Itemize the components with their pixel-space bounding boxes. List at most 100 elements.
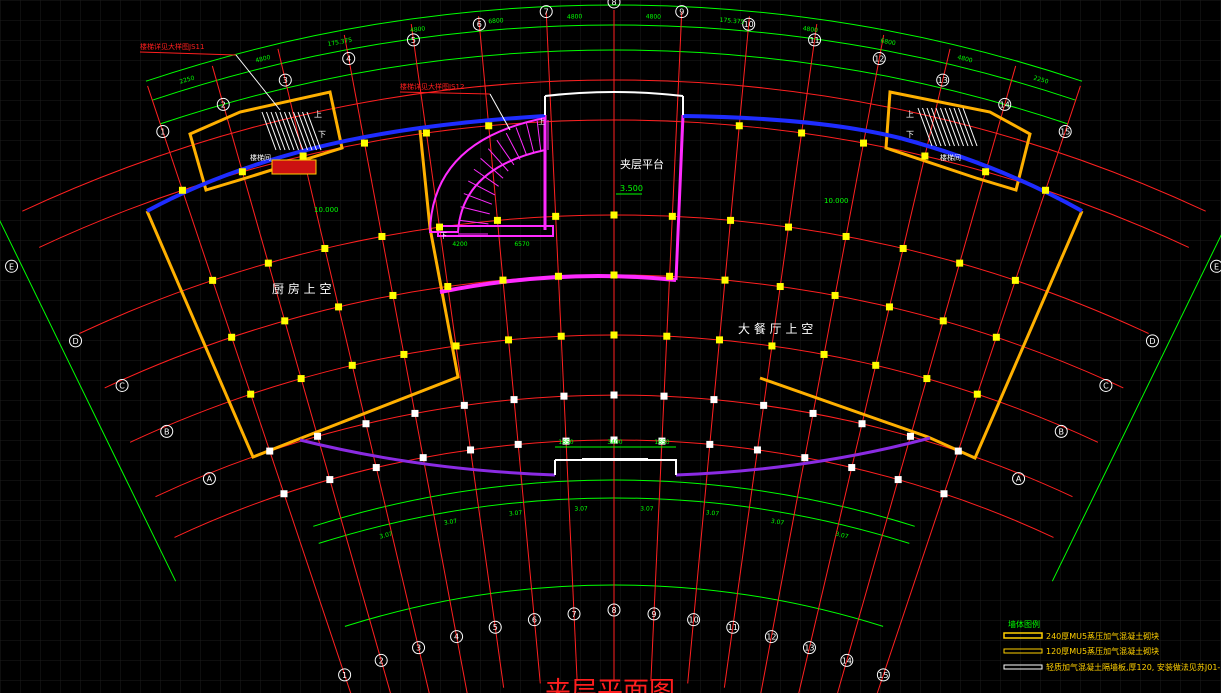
stair-room-right: 楼梯间: [940, 153, 961, 162]
column-3-8: [663, 332, 671, 340]
axis-bubble-bottom-label: 1: [342, 671, 347, 680]
axis-bubble-bottom-label: 5: [493, 623, 498, 632]
axis-bubble-top-label: 6: [477, 20, 482, 29]
column-2-6: [554, 272, 562, 280]
column-4-11: [809, 409, 817, 417]
column-2-0: [228, 333, 236, 341]
column-3-0: [247, 390, 255, 398]
stair-dim-0: 4200: [452, 241, 467, 248]
dim-bottom-3: 3.07: [574, 505, 588, 512]
axis-bubble-top-label: 1: [160, 127, 165, 136]
column-4-5: [510, 396, 518, 404]
column-1-7: [610, 211, 618, 219]
axis-bubble-top-11: 11: [808, 33, 822, 47]
up-right: 上: [906, 110, 914, 119]
axis-bubble-top-label: 8: [611, 0, 616, 7]
column-2-2: [335, 303, 343, 311]
column-5-9: [706, 440, 714, 448]
column-1-3: [378, 232, 386, 240]
column-5-3: [419, 454, 427, 462]
axis-bubble-top-label: 2: [221, 100, 226, 109]
column-0-3: [360, 139, 368, 147]
axis-bubble-top-15: 15: [1058, 124, 1072, 138]
axis-bubble-top-label: 15: [1060, 127, 1070, 136]
column-1-2: [321, 244, 329, 252]
dim-bottom-2: 3.07: [509, 509, 523, 517]
column-1-10: [784, 223, 792, 231]
column-3-4: [452, 342, 460, 350]
column-1-0: [209, 276, 217, 284]
axis-bubble-bottom-14: 14: [840, 653, 854, 667]
axis-bubble-label: E: [9, 262, 14, 271]
column-5-1: [326, 476, 334, 484]
axis-bubble-bottom-11: 11: [726, 620, 740, 634]
axis-bubble-bottom-label: 13: [804, 644, 814, 653]
axis-bubble-label: D: [1149, 337, 1155, 346]
column-1-9: [727, 216, 735, 224]
down-left: 下: [318, 130, 326, 139]
column-4-9: [710, 396, 718, 404]
column-0-12: [921, 152, 929, 160]
column-4-6: [560, 392, 568, 400]
column-2-1: [281, 317, 289, 325]
column-1-1: [264, 259, 272, 267]
column-1-4: [436, 223, 444, 231]
axis-bubble-top-label: 12: [874, 55, 884, 64]
legend-title: 墙体图例: [1008, 619, 1040, 629]
column-0-10: [798, 129, 806, 137]
column-3-6: [557, 332, 565, 340]
axis-bubble-top-label: 7: [544, 8, 549, 17]
axis-bubble-bottom-label: 8: [611, 606, 616, 615]
axis-bubble-bottom-13: 13: [802, 641, 816, 655]
column-2-11: [831, 291, 839, 299]
column-4-2: [362, 420, 370, 428]
axis-bubble-top-label: 11: [809, 36, 819, 45]
column-2-13: [939, 317, 947, 325]
column-0-14: [1042, 186, 1050, 194]
axis-bubble-label: B: [1059, 427, 1065, 436]
down-center: 下: [440, 232, 447, 240]
down-right: 下: [906, 130, 914, 139]
dim-bottom-5: 3.07: [705, 509, 719, 517]
column-3-1: [297, 375, 305, 383]
axis-bubble-label: A: [207, 475, 213, 484]
column-0-2: [299, 152, 307, 160]
column-4-12: [858, 420, 866, 428]
column-4-13: [906, 432, 914, 440]
door-dim-1: 3400: [607, 439, 622, 446]
left-stair-red-block: [271, 159, 317, 175]
column-2-10: [776, 283, 784, 291]
column-0-13: [982, 168, 990, 176]
column-0-11: [860, 139, 868, 147]
stair-room-left: 楼梯间: [250, 153, 271, 162]
axis-bubble-top-label: 5: [411, 36, 416, 45]
axis-bubble-bottom-label: 7: [571, 610, 576, 619]
door-dim-2: 1650: [654, 439, 669, 446]
column-0-5: [485, 122, 493, 130]
column-0-9: [735, 122, 743, 130]
left-elev: 10.000: [314, 206, 339, 214]
column-4-10: [760, 401, 768, 409]
floor-plan-drawing: 1122334455667788991010111112121313141415…: [0, 0, 1221, 693]
column-3-14: [973, 390, 981, 398]
axis-bubble-top-label: 4: [346, 55, 351, 64]
axis-bubble-label: A: [1016, 475, 1022, 484]
axis-bubble-top-14: 14: [998, 97, 1012, 111]
column-4-8: [660, 392, 668, 400]
drawing-title: 夹层平面图: [545, 677, 675, 693]
column-0-1: [238, 168, 246, 176]
dim-top-4: 6800: [488, 17, 504, 25]
legend-item-240: 240厚MU5蒸压加气混凝土砌块: [1046, 631, 1159, 641]
right-elev: 10.000: [824, 197, 849, 205]
axis-bubble-bottom-label: 15: [878, 671, 888, 680]
column-1-8: [668, 212, 676, 220]
column-3-7: [610, 331, 618, 339]
axis-bubble-top-label: 10: [744, 20, 754, 29]
column-3-9: [715, 336, 723, 344]
axis-bubble-top-label: 14: [1000, 100, 1010, 109]
column-1-14: [1011, 276, 1019, 284]
cad-canvas: 1 1 2 2 3 3 4 4 5 5 6 6 7 7 8 8 9 9 10 10 11 11 12 12 13 13 14 14 15…: [0, 0, 1221, 693]
column-3-12: [872, 361, 880, 369]
dim-bottom-4: 3.07: [640, 505, 654, 512]
column-4-7: [610, 391, 618, 399]
